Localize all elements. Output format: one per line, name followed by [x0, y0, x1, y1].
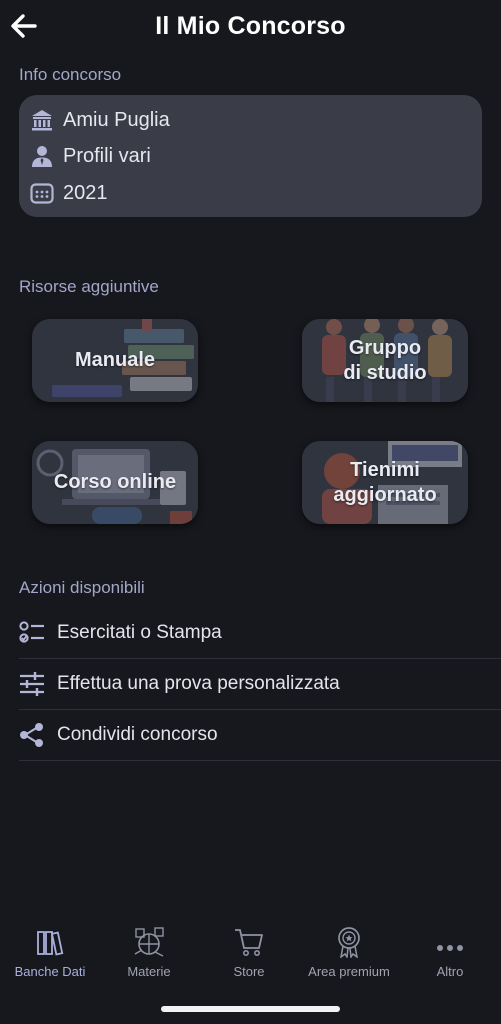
tab-store-label: Store [233, 964, 265, 979]
info-row-profiles: Profili vari [29, 141, 151, 171]
action-share-label: Condividi concorso [57, 724, 218, 745]
keep-updated-label: Tienimi aggiornato [333, 458, 437, 506]
action-custom-test[interactable]: Effettua una prova personalizzata [19, 659, 501, 710]
books-icon [0, 924, 100, 958]
tab-store[interactable]: Store [199, 924, 299, 979]
action-custom-test-label: Effettua una prova personalizzata [57, 673, 340, 694]
tab-banche-dati-label: Banche Dati [14, 964, 86, 979]
header: Il Mio Concorso [0, 0, 501, 56]
study-group-label: Gruppo di studio [343, 336, 427, 384]
resources-section-label: Risorse aggiuntive [19, 277, 159, 296]
info-row-year: 2021 [29, 178, 108, 208]
more-icon [400, 924, 500, 958]
info-profiles: Profili vari [63, 144, 151, 167]
checklist-icon [19, 620, 45, 646]
medal-icon [299, 924, 399, 958]
actions-section-label: Azioni disponibili [19, 578, 145, 597]
info-year: 2021 [63, 181, 108, 204]
info-row-organization: Amiu Puglia [29, 105, 170, 135]
page-title: Il Mio Concorso [155, 12, 346, 40]
info-card: Amiu Puglia Profili vari 2021 [19, 95, 482, 217]
tab-banche-dati[interactable]: Banche Dati [0, 924, 100, 979]
tab-altro[interactable]: Altro [400, 924, 500, 979]
tab-area-premium[interactable]: Area premium [299, 924, 399, 979]
manual-label: Manuale [74, 349, 156, 371]
cart-icon [199, 924, 299, 958]
tab-materie-label: Materie [127, 964, 171, 979]
online-course-card[interactable]: Corso online [32, 441, 198, 524]
tab-area-premium-label: Area premium [308, 964, 390, 979]
share-icon [19, 722, 45, 748]
action-practice-print[interactable]: Esercitati o Stampa [19, 608, 501, 659]
calendar-icon [29, 180, 55, 206]
sliders-icon [19, 671, 45, 697]
action-practice-print-label: Esercitati o Stampa [57, 622, 222, 643]
institution-icon [29, 107, 55, 133]
manual-card[interactable]: Manuale [32, 319, 198, 402]
home-indicator[interactable] [161, 1006, 340, 1012]
person-icon [29, 143, 55, 169]
info-section-label: Info concorso [19, 65, 122, 84]
keep-updated-card[interactable]: Tienimi aggiornato [302, 441, 468, 524]
online-course-label: Corso online [53, 471, 177, 493]
info-organization: Amiu Puglia [63, 108, 170, 131]
tab-materie[interactable]: Materie [99, 924, 199, 979]
subjects-icon [99, 924, 199, 958]
action-share[interactable]: Condividi concorso [19, 710, 501, 761]
study-group-card[interactable]: Gruppo di studio [302, 319, 468, 402]
tab-altro-label: Altro [436, 964, 464, 979]
tab-bar: Banche Dati Materie Store Area premium A… [0, 918, 501, 988]
